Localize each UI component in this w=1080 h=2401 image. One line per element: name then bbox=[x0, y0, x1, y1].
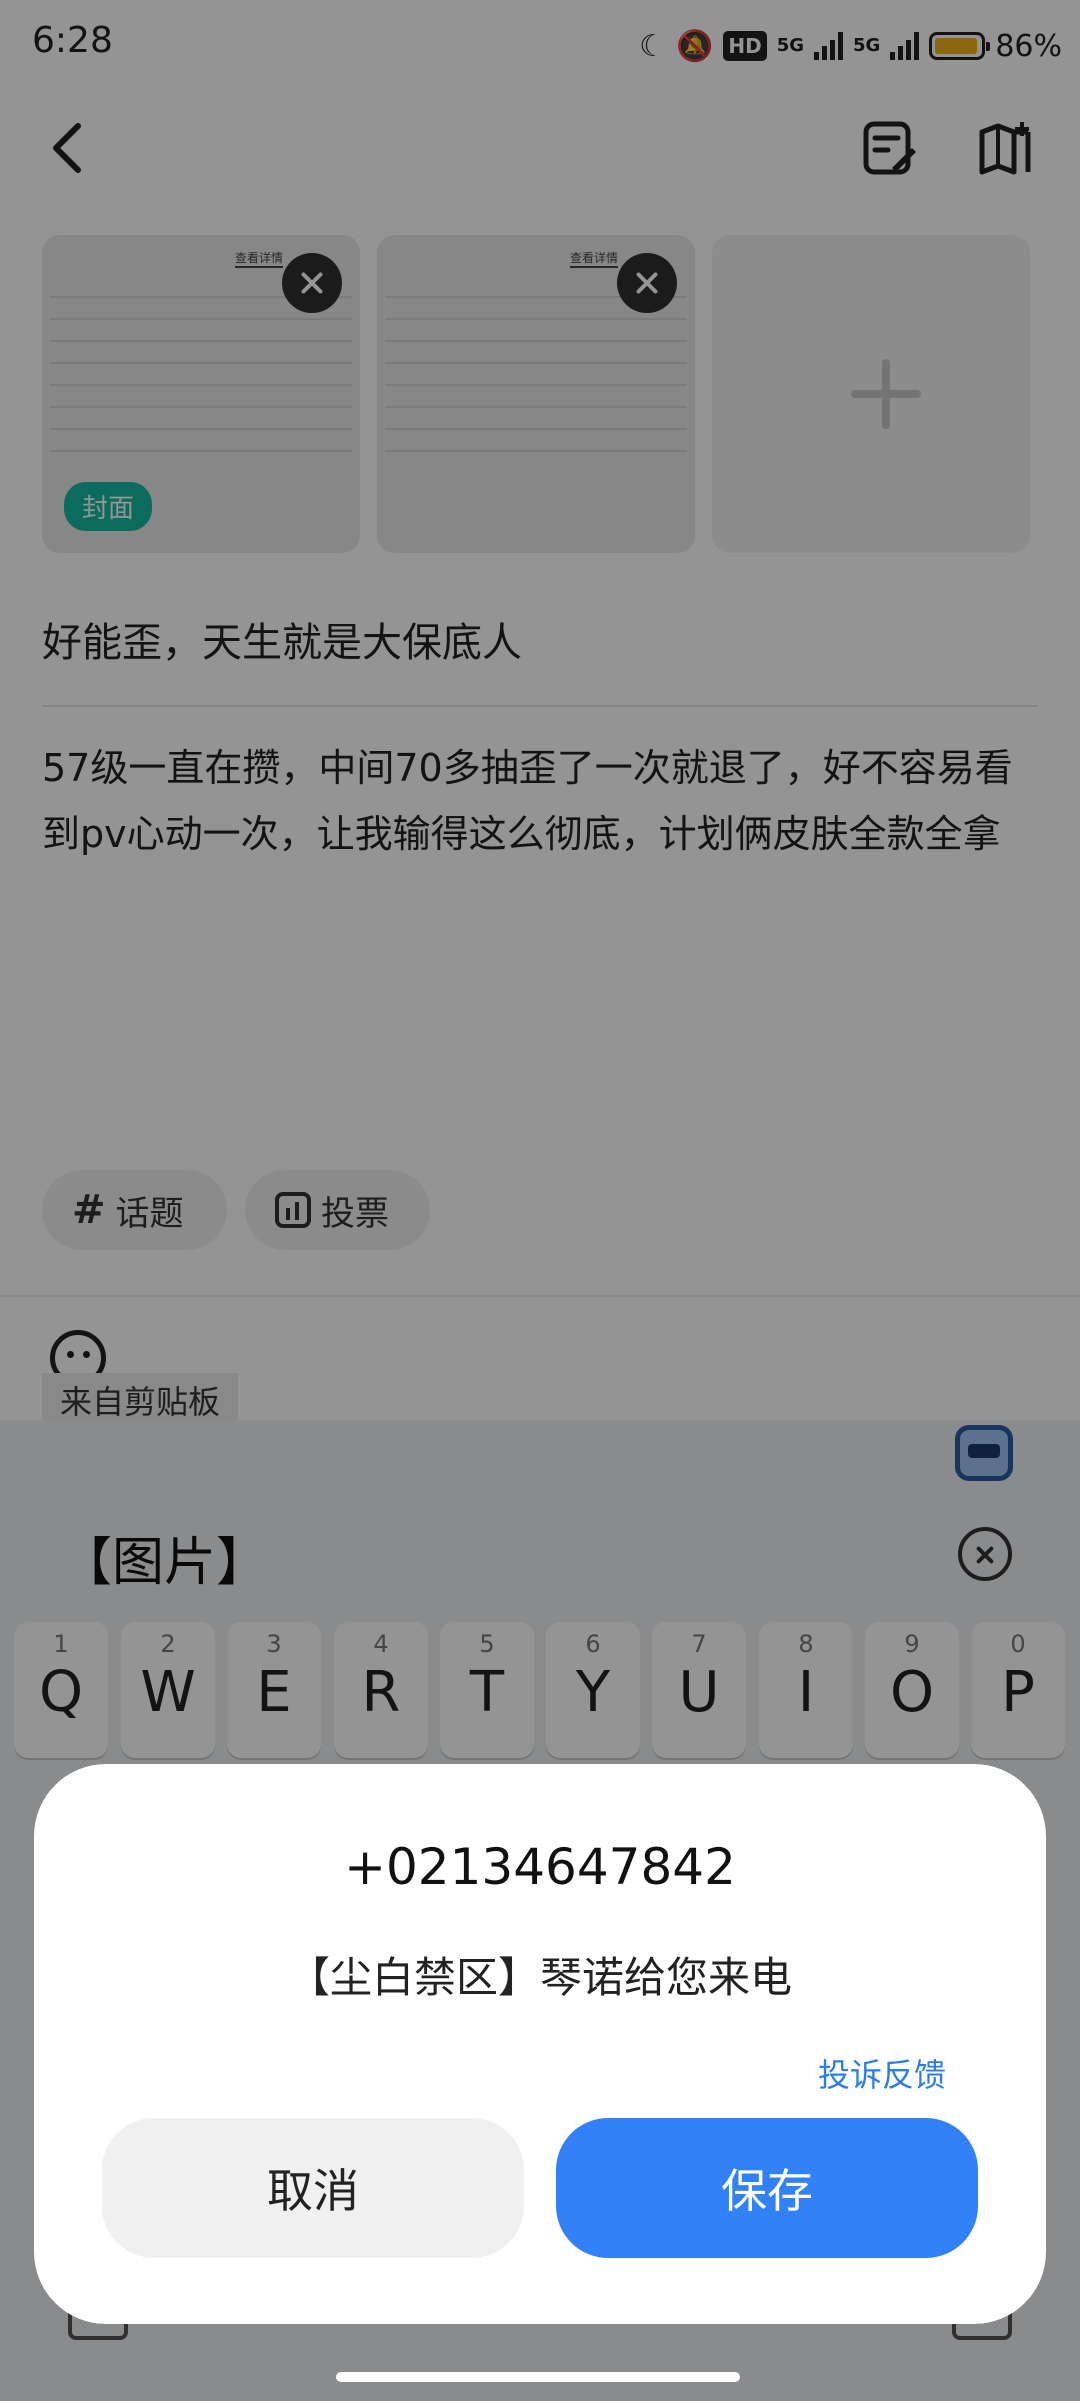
phone-number: +02134647842 bbox=[344, 1838, 736, 1896]
save-button[interactable]: 保存 bbox=[556, 2118, 978, 2258]
cancel-button[interactable]: 取消 bbox=[102, 2118, 524, 2258]
home-indicator[interactable] bbox=[336, 2372, 740, 2382]
call-message: 【尘白禁区】琴诺给您来电 bbox=[287, 1953, 792, 2002]
incoming-call-dialog: +02134647842 【尘白禁区】琴诺给您来电 投诉反馈 取消 保存 bbox=[34, 1764, 1046, 2324]
report-feedback-link[interactable]: 投诉反馈 bbox=[818, 2050, 946, 2096]
